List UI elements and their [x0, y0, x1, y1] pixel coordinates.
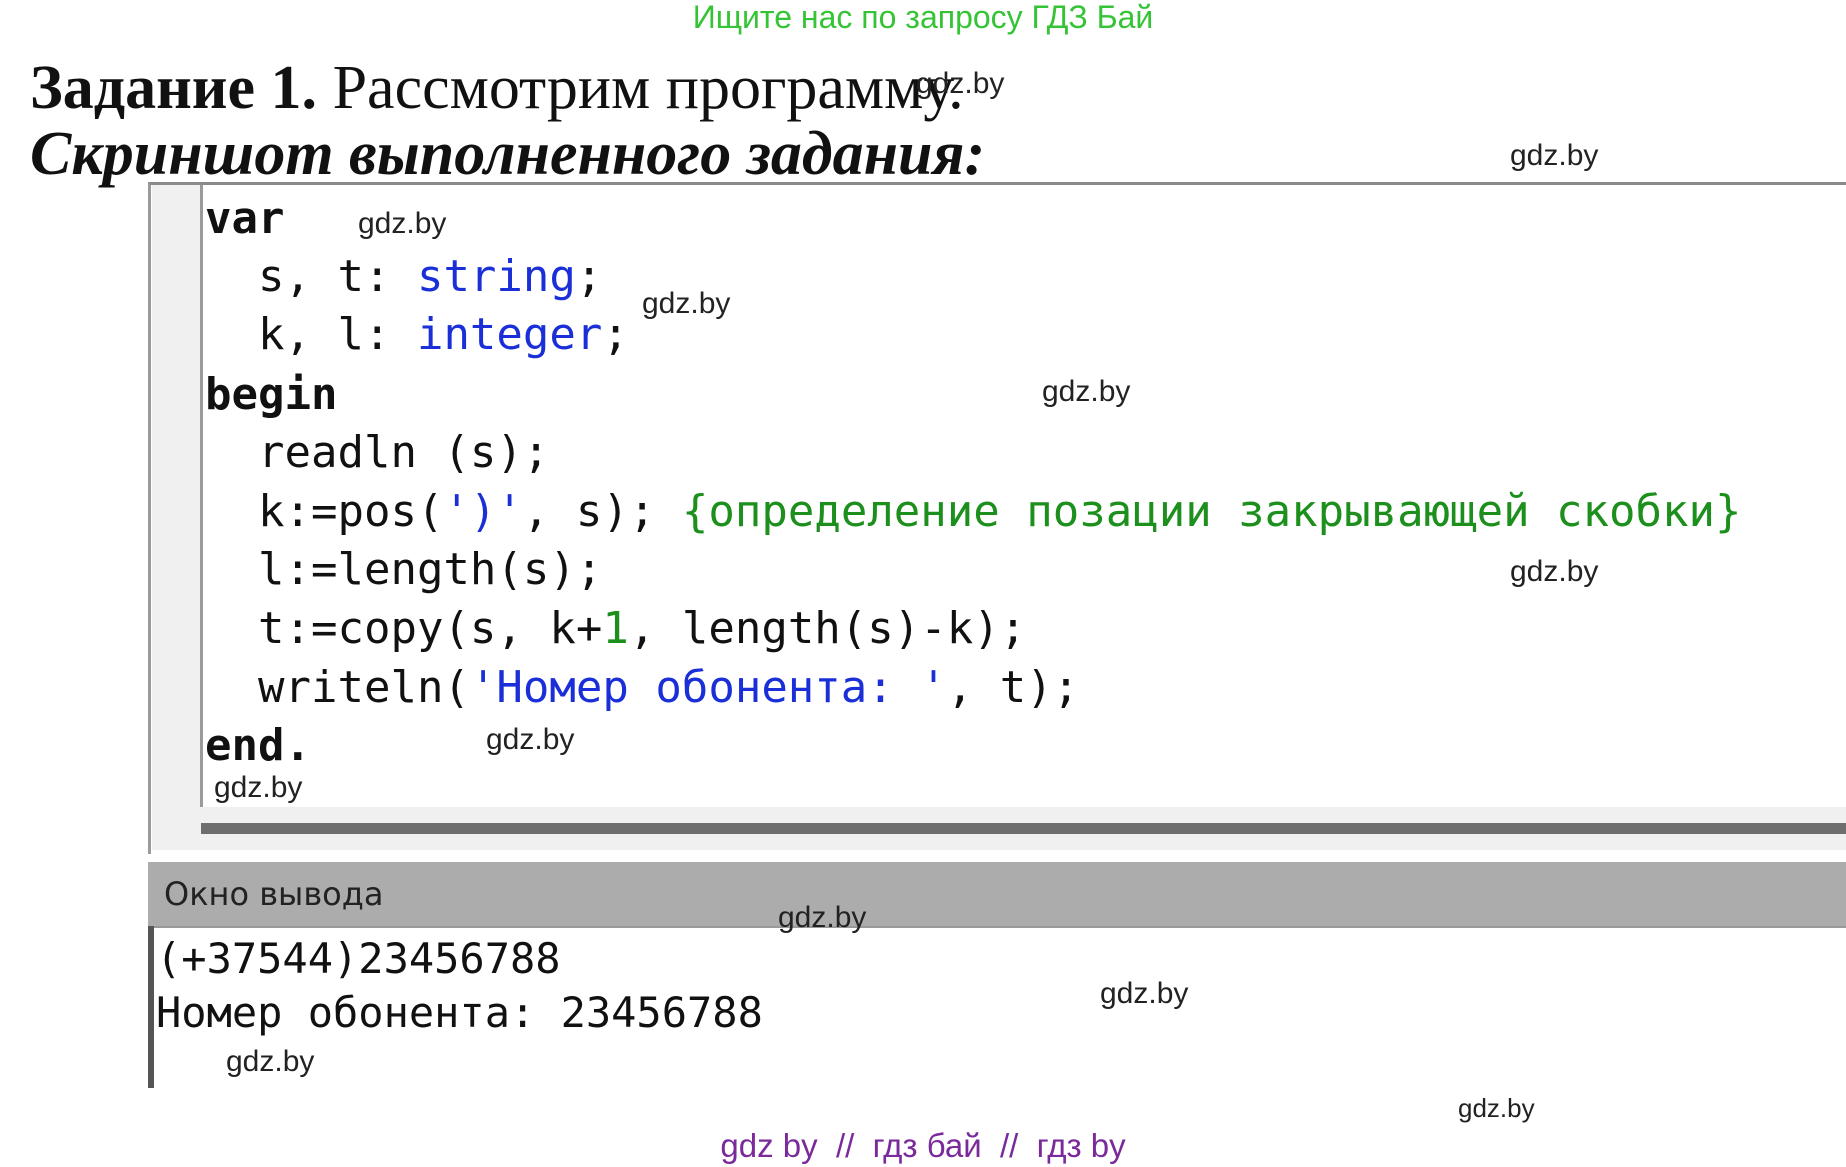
- task-text: Рассмотрим программу.: [332, 54, 964, 122]
- footer-links: gdz by // гдз бай // гдз by: [720, 1127, 1126, 1164]
- horizontal-scrollbar[interactable]: [201, 823, 1846, 834]
- task-heading: Задание 1. Рассмотрим программу.: [30, 52, 964, 124]
- output-line: Номер обонента: 23456788: [156, 988, 763, 1037]
- output-panel[interactable]: (+37544)23456788 Номер обонента: 2345678…: [148, 926, 1846, 1088]
- type-string: string: [416, 251, 576, 302]
- keyword-begin: begin: [205, 369, 338, 420]
- output-line: (+37544)23456788: [156, 934, 561, 983]
- keyword-end: end.: [205, 720, 311, 771]
- output-panel-border: [154, 926, 1846, 928]
- code-line: k, l: integer;: [258, 307, 629, 363]
- watermark: gdz.by: [1458, 1093, 1535, 1123]
- number-literal: 1: [602, 603, 629, 654]
- string-literal: ')': [443, 486, 523, 537]
- code-text: , t);: [946, 662, 1080, 713]
- semicolon: ;: [602, 309, 629, 360]
- code-text: k:=pos(: [258, 486, 444, 537]
- watermark: gdz.by: [642, 287, 731, 320]
- keyword-var: var: [205, 193, 285, 244]
- code-text: writeln(: [258, 662, 470, 713]
- watermark: gdz.by: [1510, 555, 1599, 588]
- watermark: gdz.by: [214, 771, 303, 804]
- code-text: t:=copy(s, k+: [258, 603, 603, 654]
- var-names: s, t:: [258, 251, 417, 302]
- output-panel-border: [148, 926, 154, 1088]
- string-literal: 'Номер обонента: ': [469, 662, 947, 713]
- watermark: gdz.by: [916, 67, 1005, 100]
- var-names: k, l:: [258, 309, 417, 360]
- watermark: gdz.by: [1042, 375, 1131, 408]
- watermark: gdz.by: [226, 1045, 315, 1078]
- code-line: readln (s);: [258, 427, 550, 478]
- code-comment: {определение позации закрывающей скобки}: [681, 486, 1742, 537]
- watermark: gdz.by: [486, 723, 575, 756]
- code-editor[interactable]: var s, t: string; k, l: integer; begin r…: [203, 185, 1846, 807]
- code-line: l:=length(s);: [258, 544, 603, 595]
- line-number-gutter: [152, 185, 200, 807]
- code-line: begin: [205, 367, 337, 423]
- code-line: s, t: string;: [258, 249, 602, 305]
- screenshot-heading: Скриншот выполненного задания:: [30, 120, 986, 188]
- watermark: gdz.by: [1510, 139, 1599, 172]
- semicolon: ;: [575, 251, 603, 302]
- watermark: gdz.by: [358, 207, 447, 240]
- task-number: Задание 1.: [30, 54, 318, 122]
- search-banner: Ищите нас по запросу ГДЗ Бай: [692, 0, 1154, 35]
- code-text: , s);: [522, 486, 682, 537]
- output-panel-header: Окно вывода: [148, 862, 1846, 926]
- code-line: t:=copy(s, k+1, length(s)-k);: [258, 601, 1026, 657]
- code-line: var: [205, 191, 284, 247]
- watermark: gdz.by: [1100, 977, 1189, 1010]
- type-integer: integer: [416, 309, 603, 360]
- code-line: k:=pos(')', s); {определение позации зак…: [258, 484, 1741, 540]
- watermark: gdz.by: [778, 901, 867, 934]
- code-line: writeln('Номер обонента: ', t);: [258, 660, 1079, 716]
- output-panel-title: Окно вывода: [164, 875, 384, 913]
- code-text: , length(s)-k);: [628, 603, 1027, 654]
- code-line: end.: [205, 718, 311, 774]
